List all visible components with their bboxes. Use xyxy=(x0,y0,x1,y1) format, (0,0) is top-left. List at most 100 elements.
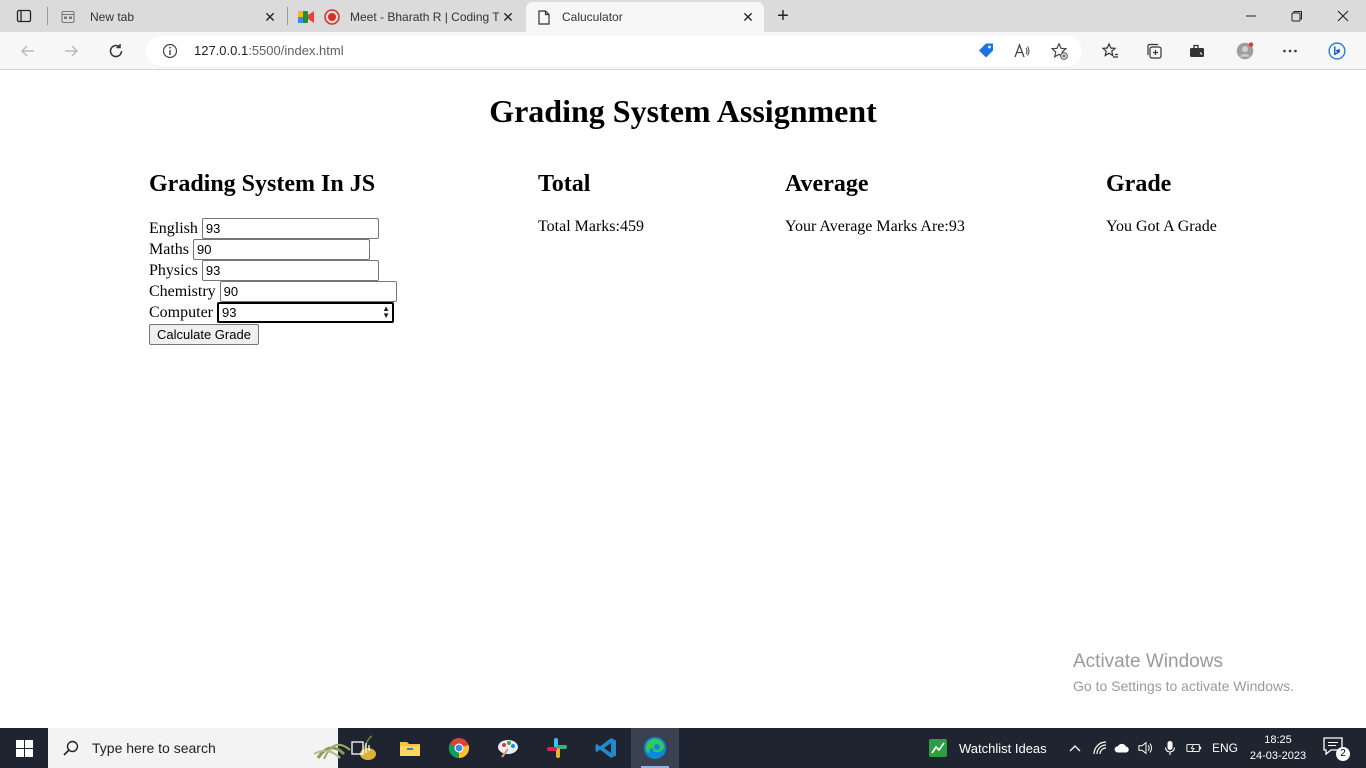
physics-label: Physics xyxy=(149,261,198,279)
start-button[interactable] xyxy=(0,728,48,768)
show-hidden-icons-chevron-icon[interactable] xyxy=(1067,740,1083,756)
computer-field-wrap: ▲▼ xyxy=(217,302,394,323)
close-icon xyxy=(1337,10,1349,22)
tab-actions-button[interactable] xyxy=(8,4,40,28)
url-path: :5500/index.html xyxy=(248,43,344,58)
minimize-button[interactable] xyxy=(1228,0,1274,32)
english-label: English xyxy=(149,219,198,237)
close-tab-icon[interactable]: ✕ xyxy=(500,9,516,25)
vscode-app[interactable] xyxy=(582,728,630,768)
tab-actions-icon xyxy=(16,9,32,23)
extensions-button[interactable] xyxy=(1186,40,1208,62)
watermark-title: Activate Windows xyxy=(1073,651,1223,672)
google-meet-icon xyxy=(298,9,314,25)
calculate-grade-button[interactable]: Calculate Grade xyxy=(149,324,259,345)
shopping-tag-icon[interactable] xyxy=(977,42,995,60)
activate-windows-watermark: Activate Windows Go to Settings to activ… xyxy=(1073,651,1294,694)
grade-result: You Got A Grade xyxy=(1106,218,1217,235)
paint-app[interactable] xyxy=(484,728,532,768)
recording-icon xyxy=(324,9,340,25)
english-row: English xyxy=(149,218,397,239)
system-clock[interactable]: 18:25 24-03-2023 xyxy=(1238,732,1318,764)
task-view-icon xyxy=(351,741,370,755)
tab-separator xyxy=(47,7,48,25)
restore-button[interactable] xyxy=(1274,0,1320,32)
maths-input[interactable] xyxy=(193,239,370,260)
forward-arrow-icon xyxy=(65,45,79,57)
maths-label: Maths xyxy=(149,240,189,258)
file-explorer-app[interactable] xyxy=(386,728,434,768)
microphone-icon[interactable] xyxy=(1162,740,1178,756)
paint-palette-icon xyxy=(498,740,518,758)
average-result: Your Average Marks Are:93 xyxy=(785,218,965,235)
total-result: Total Marks:459 xyxy=(538,218,644,235)
wifi-icon[interactable] xyxy=(1092,740,1108,756)
chemistry-input[interactable] xyxy=(219,281,397,302)
forward-button[interactable] xyxy=(57,37,85,65)
slack-app[interactable] xyxy=(533,728,581,768)
widget-text[interactable]: Watchlist Ideas xyxy=(959,741,1047,756)
vscode-icon xyxy=(595,738,616,758)
refresh-icon xyxy=(109,44,123,58)
page-title: Grading System Assignment xyxy=(489,93,877,129)
close-window-button[interactable] xyxy=(1320,0,1366,32)
computer-input[interactable] xyxy=(217,302,394,323)
notification-count-badge: 2 xyxy=(1336,747,1350,761)
tab-title: New tab xyxy=(90,10,135,24)
grade-section: Grade You Got A Grade xyxy=(1106,170,1217,236)
settings-more-button[interactable] xyxy=(1279,40,1301,62)
chrome-app[interactable] xyxy=(435,728,483,768)
grade-heading: Grade xyxy=(1106,171,1172,197)
site-info-icon[interactable] xyxy=(162,43,178,59)
close-tab-icon[interactable]: ✕ xyxy=(262,9,278,25)
favorites-button[interactable] xyxy=(1099,40,1121,62)
windows-taskbar: Type here to search Watchlist Ideas ENG … xyxy=(0,728,1366,768)
read-aloud-icon[interactable] xyxy=(1013,42,1031,60)
refresh-button[interactable] xyxy=(102,37,130,65)
add-favorite-icon[interactable] xyxy=(1050,42,1068,60)
search-placeholder: Type here to search xyxy=(92,740,216,756)
input-language[interactable]: ENG xyxy=(1212,741,1238,755)
more-options-icon xyxy=(1283,49,1297,53)
chemistry-label: Chemistry xyxy=(149,282,216,300)
search-icon xyxy=(63,740,79,756)
close-tab-icon[interactable]: ✕ xyxy=(740,9,756,25)
windows-logo-icon xyxy=(15,739,33,757)
physics-input[interactable] xyxy=(201,260,379,281)
number-spinner-icon[interactable]: ▲ ▼ xyxy=(382,305,390,320)
clock-time: 18:25 xyxy=(1264,734,1292,746)
edge-app[interactable] xyxy=(631,728,679,768)
collections-icon xyxy=(1147,43,1162,59)
taskbar-search-box[interactable]: Type here to search xyxy=(48,728,376,768)
bing-icon xyxy=(1328,42,1346,60)
web-page: Grading System Assignment Grading System… xyxy=(0,71,1366,728)
notification-center-button[interactable]: 2 xyxy=(1322,736,1350,761)
english-input[interactable] xyxy=(201,218,379,239)
new-tab-button[interactable]: + xyxy=(770,4,796,28)
edge-icon xyxy=(644,737,666,759)
tab-title: Meet - Bharath R | Coding T xyxy=(350,10,500,24)
new-tab-page-icon xyxy=(60,9,76,25)
computer-label: Computer xyxy=(149,303,213,321)
average-section: Average Your Average Marks Are:93 xyxy=(785,170,965,236)
tab-new-tab[interactable]: New tab ✕ xyxy=(50,2,286,32)
address-bar[interactable]: 127.0.0.1:5500/index.html xyxy=(146,36,1082,66)
back-button[interactable] xyxy=(14,37,42,65)
watchlist-widget-icon[interactable] xyxy=(928,738,948,758)
clock-date: 24-03-2023 xyxy=(1249,750,1307,762)
battery-charging-icon[interactable] xyxy=(1186,740,1202,756)
total-heading: Total xyxy=(538,171,591,197)
volume-icon[interactable] xyxy=(1138,740,1154,756)
tab-calculator[interactable]: Caluculator ✕ xyxy=(526,2,764,32)
tab-google-meet[interactable]: Meet - Bharath R | Coding T ✕ xyxy=(288,2,524,32)
onedrive-cloud-icon[interactable] xyxy=(1114,740,1130,756)
watermark-subtitle: Go to Settings to activate Windows. xyxy=(1073,678,1294,694)
profile-button[interactable] xyxy=(1232,38,1258,64)
collections-button[interactable] xyxy=(1143,40,1165,62)
task-view-button[interactable] xyxy=(336,728,384,768)
plus-icon: + xyxy=(777,4,789,27)
bing-chat-button[interactable] xyxy=(1321,35,1353,67)
url-host: 127.0.0.1 xyxy=(194,43,249,58)
form-heading: Grading System In JS xyxy=(149,171,376,197)
document-icon xyxy=(536,9,552,25)
